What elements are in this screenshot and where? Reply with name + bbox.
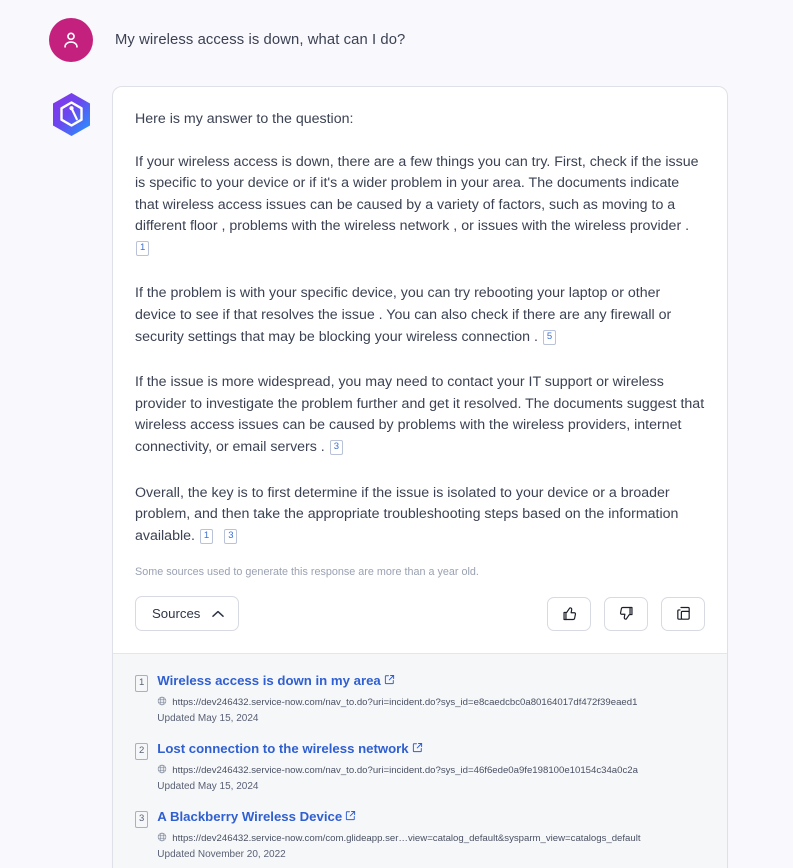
external-link-icon xyxy=(412,741,423,756)
copy-icon xyxy=(675,605,692,622)
source-content: Lost connection to the wireless network xyxy=(157,740,638,792)
source-title-link[interactable]: Wireless access is down in my area xyxy=(157,673,394,688)
thumbs-up-button[interactable] xyxy=(547,596,591,631)
source-title-text: Wireless access is down in my area xyxy=(157,673,381,689)
source-number-badge: 2 xyxy=(135,743,149,761)
source-url-row: https://dev246432.service-now.com/com.gl… xyxy=(157,829,641,847)
source-item[interactable]: 1 Wireless access is down in my area htt… xyxy=(135,672,705,724)
external-link-icon xyxy=(384,673,395,688)
thumbs-down-icon xyxy=(618,605,635,622)
source-url-text: https://dev246432.service-now.com/com.gl… xyxy=(172,832,641,844)
source-updated-text: Updated May 15, 2024 xyxy=(157,781,259,793)
source-title-text: Lost connection to the wireless network xyxy=(157,741,409,757)
answer-paragraph-2: If the problem is with your specific dev… xyxy=(135,283,705,348)
citation-badge[interactable]: 1 xyxy=(199,528,214,544)
thumbs-up-icon xyxy=(561,605,578,622)
answer-paragraph-3: If the issue is more widespread, you may… xyxy=(135,372,705,458)
source-content: Wireless access is down in my area https… xyxy=(157,672,637,724)
user-message-row: My wireless access is down, what can I d… xyxy=(0,0,793,62)
answer-lead: Here is my answer to the question: xyxy=(135,111,354,127)
answer-card: Here is my answer to the question: If yo… xyxy=(112,86,728,868)
paragraph-text: If your wireless access is down, there a… xyxy=(135,153,699,235)
freshness-disclaimer: Some sources used to generate this respo… xyxy=(135,566,479,579)
copy-button[interactable] xyxy=(661,596,705,631)
source-title-link[interactable]: Lost connection to the wireless network xyxy=(157,741,422,756)
source-number-badge: 3 xyxy=(135,811,149,829)
thumbs-down-button[interactable] xyxy=(604,596,648,631)
person-icon xyxy=(49,18,93,62)
answer-body: Here is my answer to the question: If yo… xyxy=(113,87,727,596)
citation-badge[interactable]: 3 xyxy=(329,439,343,455)
source-updated-text: Updated November 20, 2022 xyxy=(157,849,286,861)
source-item[interactable]: 3 A Blackberry Wireless Device https://d… xyxy=(135,808,705,860)
source-title-link[interactable]: A Blackberry Wireless Device xyxy=(157,809,356,824)
source-updated-text: Updated May 15, 2024 xyxy=(157,713,259,725)
paragraph-text: Overall, the key is to first determine i… xyxy=(135,484,679,544)
citation-badge[interactable]: 5 xyxy=(542,329,557,345)
source-url-row: https://dev246432.service-now.com/nav_to… xyxy=(157,761,638,779)
chat-page: My wireless access is down, what can I d… xyxy=(0,0,793,868)
user-message-text: My wireless access is down, what can I d… xyxy=(115,32,406,48)
globe-icon xyxy=(157,693,167,711)
assistant-message-row: Here is my answer to the question: If yo… xyxy=(0,86,793,868)
source-url-row: https://dev246432.service-now.com/nav_to… xyxy=(157,693,637,711)
sources-toggle-label: Sources xyxy=(152,606,201,622)
citation-badge[interactable]: 1 xyxy=(136,240,150,256)
chevron-up-icon xyxy=(212,606,225,621)
sources-panel: 1 Wireless access is down in my area htt… xyxy=(113,653,727,868)
source-url-text: https://dev246432.service-now.com/nav_to… xyxy=(172,696,638,708)
source-url-text: https://dev246432.service-now.com/nav_to… xyxy=(172,764,638,776)
sources-toggle-button[interactable]: Sources xyxy=(135,596,240,632)
source-number-badge: 1 xyxy=(135,675,149,693)
external-link-icon xyxy=(345,809,356,824)
source-item[interactable]: 2 Lost connection to the wireless networ… xyxy=(135,740,705,792)
answer-paragraph-4: Overall, the key is to first determine i… xyxy=(135,483,705,548)
answer-action-bar: Sources xyxy=(113,596,727,653)
hexagon-logo-icon xyxy=(49,91,94,141)
citation-badge[interactable]: 3 xyxy=(224,528,238,544)
source-content: A Blackberry Wireless Device https://dev… xyxy=(157,808,640,860)
answer-paragraph-1: If your wireless access is down, there a… xyxy=(135,152,705,260)
source-title-text: A Blackberry Wireless Device xyxy=(157,809,343,825)
paragraph-text: If the issue is more widespread, you may… xyxy=(135,374,705,455)
globe-icon xyxy=(157,829,167,847)
globe-icon xyxy=(157,761,167,779)
paragraph-text: If the problem is with your specific dev… xyxy=(135,285,672,345)
